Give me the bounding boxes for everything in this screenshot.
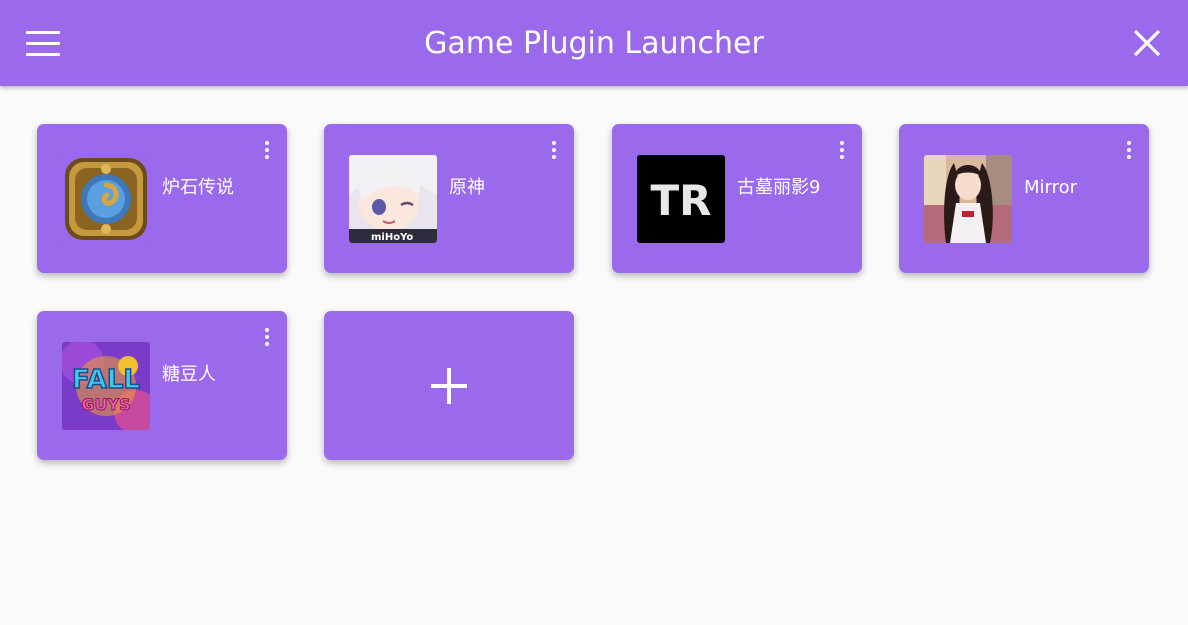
more-vert-icon	[552, 141, 556, 145]
app-bar: Game Plugin Launcher	[0, 0, 1188, 86]
game-card[interactable]: FALL GUYS 糖豆人	[37, 311, 287, 460]
close-button[interactable]	[1130, 26, 1164, 60]
hearthstone-icon	[62, 155, 150, 243]
add-game-button[interactable]	[324, 311, 574, 460]
game-card[interactable]: miHoYo 原神	[324, 124, 574, 273]
game-card[interactable]: 炉石传说	[37, 124, 287, 273]
more-options-button[interactable]	[832, 138, 852, 162]
game-name: 炉石传说	[162, 177, 234, 198]
more-options-button[interactable]	[257, 325, 277, 349]
game-name: 原神	[449, 177, 485, 198]
game-name: 古墓丽影9	[737, 177, 821, 198]
tomb-raider-icon: TR	[637, 155, 725, 243]
more-options-button[interactable]	[544, 138, 564, 162]
game-card[interactable]: TR 古墓丽影9	[612, 124, 862, 273]
more-vert-icon	[840, 141, 844, 145]
app-title: Game Plugin Launcher	[424, 26, 764, 61]
more-options-button[interactable]	[257, 138, 277, 162]
more-options-button[interactable]	[1119, 138, 1139, 162]
game-card[interactable]: Mirror	[899, 124, 1149, 273]
more-vert-icon	[265, 141, 269, 145]
game-name: Mirror	[1024, 177, 1078, 198]
svg-text:TR: TR	[651, 176, 712, 225]
svg-text:miHoYo: miHoYo	[371, 232, 413, 243]
plus-icon	[431, 368, 467, 404]
svg-text:FALL: FALL	[72, 365, 140, 395]
more-vert-icon	[1127, 141, 1131, 145]
fall-guys-icon: FALL GUYS	[62, 342, 150, 430]
close-icon	[1133, 29, 1161, 57]
svg-text:GUYS: GUYS	[81, 395, 130, 414]
mirror-icon	[924, 155, 1012, 243]
more-vert-icon	[265, 328, 269, 332]
game-name: 糖豆人	[162, 364, 216, 385]
genshin-icon: miHoYo	[349, 155, 437, 243]
